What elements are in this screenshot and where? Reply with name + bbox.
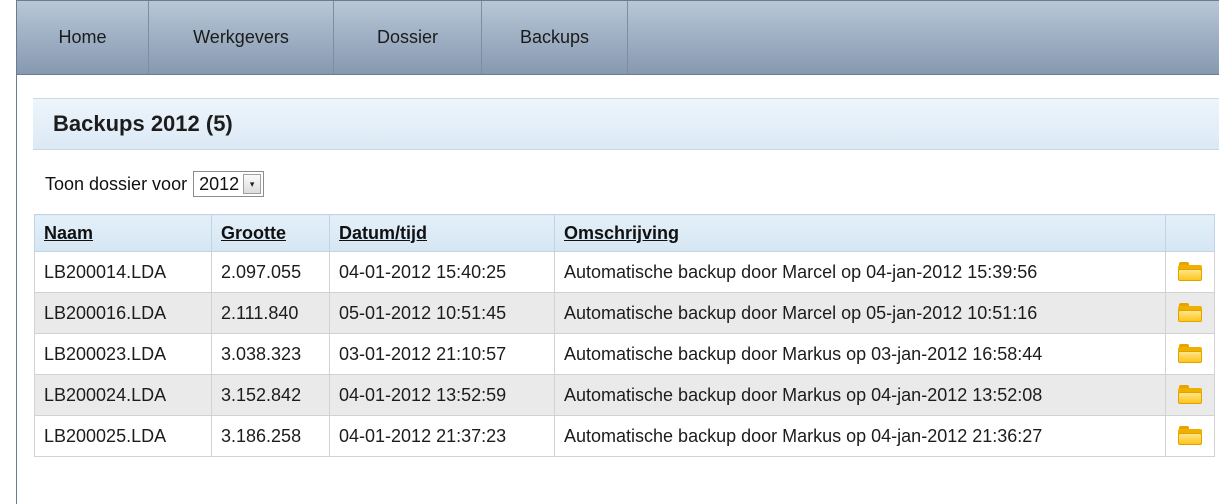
- column-header-grootte[interactable]: Grootte: [211, 214, 330, 252]
- filter-label: Toon dossier voor: [45, 173, 188, 194]
- cell-action: [1165, 374, 1215, 416]
- cell-omschrijving: Automatische backup door Markus op 04-ja…: [554, 374, 1166, 416]
- cell-omschrijving: Automatische backup door Marcel op 05-ja…: [554, 292, 1166, 334]
- main-nav: Home Werkgevers Dossier Backups: [17, 1, 1219, 75]
- page-title-bar: Backups 2012 (5): [33, 98, 1219, 150]
- folder-icon[interactable]: [1178, 384, 1202, 404]
- column-header-naam[interactable]: Naam: [34, 214, 212, 252]
- cell-naam: LB200024.LDA: [34, 374, 212, 416]
- table-row: LB200023.LDA 3.038.323 03-01-2012 21:10:…: [34, 333, 1215, 375]
- year-filter: Toon dossier voor 2012 ▾: [45, 170, 265, 198]
- nav-backups[interactable]: Backups: [482, 1, 628, 74]
- cell-naam: LB200025.LDA: [34, 415, 212, 457]
- column-header-actions: [1165, 214, 1215, 252]
- cell-grootte: 3.038.323: [211, 333, 330, 375]
- cell-omschrijving: Automatische backup door Markus op 04-ja…: [554, 415, 1166, 457]
- table-row: LB200014.LDA 2.097.055 04-01-2012 15:40:…: [34, 251, 1215, 293]
- app-frame: Home Werkgevers Dossier Backups Backups …: [16, 0, 1219, 504]
- table-row: LB200025.LDA 3.186.258 04-01-2012 21:37:…: [34, 415, 1215, 457]
- year-select[interactable]: 2012 ▾: [193, 171, 265, 197]
- cell-action: [1165, 251, 1215, 293]
- table-row: LB200024.LDA 3.152.842 04-01-2012 13:52:…: [34, 374, 1215, 416]
- page-title: Backups 2012 (5): [53, 111, 233, 136]
- sort-link-naam[interactable]: Naam: [44, 223, 93, 243]
- cell-grootte: 3.152.842: [211, 374, 330, 416]
- cell-action: [1165, 333, 1215, 375]
- year-select-value: 2012: [199, 173, 240, 194]
- cell-naam: LB200023.LDA: [34, 333, 212, 375]
- cell-omschrijving: Automatische backup door Markus op 03-ja…: [554, 333, 1166, 375]
- folder-icon[interactable]: [1178, 425, 1202, 445]
- sort-link-omschrijving[interactable]: Omschrijving: [564, 223, 679, 243]
- nav-werkgevers[interactable]: Werkgevers: [149, 1, 334, 74]
- table-header-row: Naam Grootte Datum/tijd Omschrijving: [34, 214, 1215, 252]
- table-row: LB200016.LDA 2.111.840 05-01-2012 10:51:…: [34, 292, 1215, 334]
- folder-icon[interactable]: [1178, 302, 1202, 322]
- cell-action: [1165, 415, 1215, 457]
- cell-naam: LB200014.LDA: [34, 251, 212, 293]
- chevron-down-icon[interactable]: ▾: [243, 174, 262, 194]
- cell-naam: LB200016.LDA: [34, 292, 212, 334]
- cell-action: [1165, 292, 1215, 334]
- sort-link-datum-tijd[interactable]: Datum/tijd: [339, 223, 427, 243]
- column-header-datum-tijd[interactable]: Datum/tijd: [329, 214, 555, 252]
- column-header-omschrijving[interactable]: Omschrijving: [554, 214, 1166, 252]
- cell-grootte: 2.111.840: [211, 292, 330, 334]
- cell-datum-tijd: 05-01-2012 10:51:45: [329, 292, 555, 334]
- cell-datum-tijd: 03-01-2012 21:10:57: [329, 333, 555, 375]
- folder-icon[interactable]: [1178, 261, 1202, 281]
- cell-datum-tijd: 04-01-2012 21:37:23: [329, 415, 555, 457]
- nav-dossier[interactable]: Dossier: [334, 1, 482, 74]
- cell-datum-tijd: 04-01-2012 13:52:59: [329, 374, 555, 416]
- cell-datum-tijd: 04-01-2012 15:40:25: [329, 251, 555, 293]
- nav-home[interactable]: Home: [17, 1, 149, 74]
- sort-link-grootte[interactable]: Grootte: [221, 223, 286, 243]
- backups-table: Naam Grootte Datum/tijd Omschrijving LB2…: [34, 214, 1215, 457]
- folder-icon[interactable]: [1178, 343, 1202, 363]
- cell-grootte: 3.186.258: [211, 415, 330, 457]
- cell-grootte: 2.097.055: [211, 251, 330, 293]
- cell-omschrijving: Automatische backup door Marcel op 04-ja…: [554, 251, 1166, 293]
